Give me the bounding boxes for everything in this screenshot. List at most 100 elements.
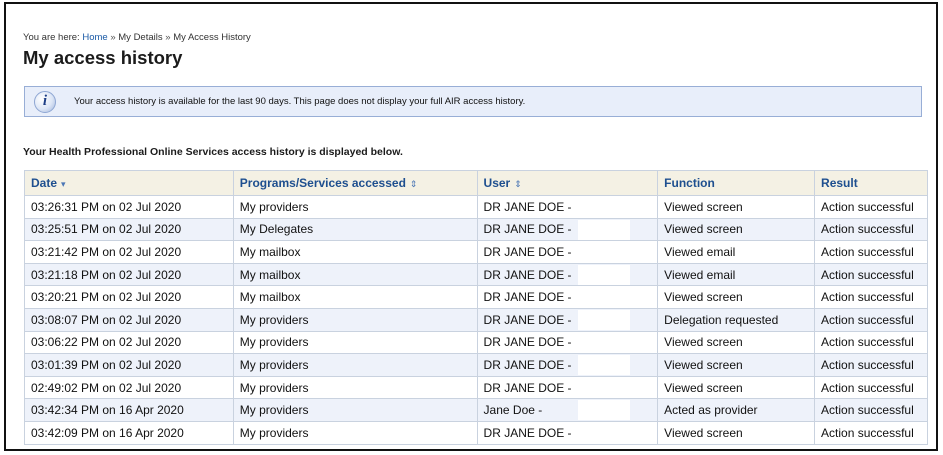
table-caption: Your Health Professional Online Services… — [23, 146, 403, 158]
column-header-function: Function — [657, 170, 816, 196]
cell-user: DR JANE DOE - — [476, 195, 659, 219]
redaction-block — [577, 197, 630, 217]
cell-user: DR JANE DOE - — [476, 353, 659, 377]
cell-function: Viewed screen — [657, 375, 816, 400]
cell-user: DR JANE DOE - — [476, 330, 659, 355]
cell-user: DR JANE DOE - — [476, 285, 659, 309]
cell-function: Viewed screen — [657, 420, 816, 445]
cell-user: DR JANE DOE - — [476, 240, 659, 264]
info-notice: i Your access history is available for t… — [24, 86, 922, 117]
cell-date: 03:06:22 PM on 02 Jul 2020 — [24, 330, 234, 355]
table-header-row: Date ▾ Programs/Services accessed ⇕ User ⇕ … — [24, 170, 928, 196]
cell-date: 03:20:21 PM on 02 Jul 2020 — [24, 285, 234, 309]
cell-program: My providers — [232, 353, 478, 377]
breadcrumb-item-current: My Access History — [173, 32, 251, 43]
cell-program: My providers — [232, 195, 478, 219]
cell-program: My providers — [232, 330, 478, 355]
user-name: DR JANE DOE - — [483, 267, 572, 282]
cell-result: Action successful — [814, 195, 928, 219]
redaction-block — [577, 264, 630, 285]
column-header-date[interactable]: Date ▾ — [24, 170, 234, 196]
user-name: DR JANE DOE - — [483, 244, 572, 259]
redaction-block — [577, 355, 630, 376]
user-name: DR JANE DOE - — [483, 312, 572, 327]
cell-function: Viewed screen — [657, 285, 816, 309]
redaction-block — [577, 219, 630, 240]
column-header-label: Date — [31, 176, 58, 190]
cell-program: My mailbox — [232, 240, 478, 264]
table-row: 02:49:02 PM on 02 Jul 2020 My providers DR… — [24, 375, 928, 400]
user-name: DR JANE DOE - — [483, 222, 572, 237]
table-row: 03:01:39 PM on 02 Jul 2020 My providers DR… — [24, 353, 928, 377]
cell-user: Jane Doe - — [476, 398, 659, 422]
redaction-block — [577, 332, 630, 353]
column-header-user[interactable]: User ⇕ — [476, 170, 659, 196]
user-name: DR JANE DOE - — [483, 290, 572, 305]
cell-program: My providers — [232, 420, 478, 445]
cell-program: My providers — [232, 398, 478, 422]
cell-user: DR JANE DOE - — [476, 262, 659, 287]
cell-date: 03:42:34 PM on 16 Apr 2020 — [24, 398, 234, 422]
column-header-label: Programs/Services accessed — [239, 176, 406, 190]
cell-result: Action successful — [814, 353, 928, 377]
cell-function: Acted as provider — [657, 398, 816, 422]
user-name: DR JANE DOE - — [483, 335, 572, 350]
info-icon: i — [34, 90, 56, 113]
cell-function: Viewed screen — [657, 217, 816, 242]
breadcrumb-item-my-details: My Details — [118, 32, 163, 43]
page-title: My access history — [23, 47, 183, 68]
column-header-result: Result — [814, 170, 928, 196]
cell-result: Action successful — [814, 375, 928, 400]
breadcrumb-separator: » — [165, 32, 171, 43]
table-row: 03:06:22 PM on 02 Jul 2020 My providers DR… — [24, 330, 928, 355]
cell-result: Action successful — [814, 285, 928, 309]
redaction-block — [577, 400, 630, 421]
column-header-programs[interactable]: Programs/Services accessed ⇕ — [232, 170, 478, 196]
cell-program: My providers — [232, 307, 478, 332]
cell-result: Action successful — [814, 398, 928, 422]
cell-program: My mailbox — [232, 262, 478, 287]
cell-date: 03:08:07 PM on 02 Jul 2020 — [24, 307, 234, 332]
table-row: 03:42:34 PM on 16 Apr 2020 My providers Ja… — [24, 398, 928, 422]
sort-toggle-icon: ⇕ — [409, 179, 418, 189]
cell-user: DR JANE DOE - — [476, 217, 659, 242]
cell-program: My mailbox — [232, 285, 478, 309]
redaction-block — [577, 287, 630, 308]
redaction-block — [577, 242, 630, 263]
cell-date: 03:25:51 PM on 02 Jul 2020 — [24, 217, 234, 242]
notice-text: Your access history is available for the… — [74, 96, 526, 107]
cell-result: Action successful — [814, 330, 928, 355]
column-header-label: User — [483, 176, 511, 190]
cell-function: Viewed screen — [657, 330, 816, 355]
user-name: Jane Doe - — [483, 403, 543, 418]
breadcrumb: You are here: Home » My Details » My Acc… — [23, 32, 251, 43]
redaction-block — [577, 422, 630, 443]
cell-date: 03:21:18 PM on 02 Jul 2020 — [24, 262, 234, 287]
cell-program: My Delegates — [232, 217, 478, 242]
table-row: 03:08:07 PM on 02 Jul 2020 My providers DR… — [24, 307, 928, 332]
table-row: 03:21:18 PM on 02 Jul 2020 My mailbox DR J… — [24, 262, 928, 287]
cell-function: Delegation requested — [657, 307, 816, 332]
breadcrumb-home-link[interactable]: Home — [82, 32, 107, 43]
cell-date: 02:49:02 PM on 02 Jul 2020 — [24, 375, 234, 400]
cell-result: Action successful — [814, 262, 928, 287]
cell-result: Action successful — [814, 307, 928, 332]
table-row: 03:42:09 PM on 16 Apr 2020 My providers DR… — [24, 420, 928, 445]
user-name: DR JANE DOE - — [483, 199, 572, 214]
cell-date: 03:21:42 PM on 02 Jul 2020 — [24, 240, 234, 264]
page-frame: You are here: Home » My Details » My Acc… — [4, 2, 938, 451]
cell-result: Action successful — [814, 217, 928, 242]
user-name: DR JANE DOE - — [483, 380, 572, 395]
redaction-block — [577, 309, 630, 330]
user-name: DR JANE DOE - — [483, 425, 572, 440]
table-row: 03:26:31 PM on 02 Jul 2020 My providers DR… — [24, 195, 928, 219]
column-header-label: Function — [664, 176, 715, 190]
cell-date: 03:01:39 PM on 02 Jul 2020 — [24, 353, 234, 377]
cell-user: DR JANE DOE - — [476, 375, 659, 400]
table-row: 03:20:21 PM on 02 Jul 2020 My mailbox DR J… — [24, 285, 928, 309]
breadcrumb-separator: » — [110, 32, 116, 43]
redaction-block — [577, 377, 630, 398]
column-header-label: Result — [821, 176, 858, 190]
breadcrumb-prefix: You are here: — [23, 32, 80, 43]
cell-date: 03:42:09 PM on 16 Apr 2020 — [24, 420, 234, 445]
